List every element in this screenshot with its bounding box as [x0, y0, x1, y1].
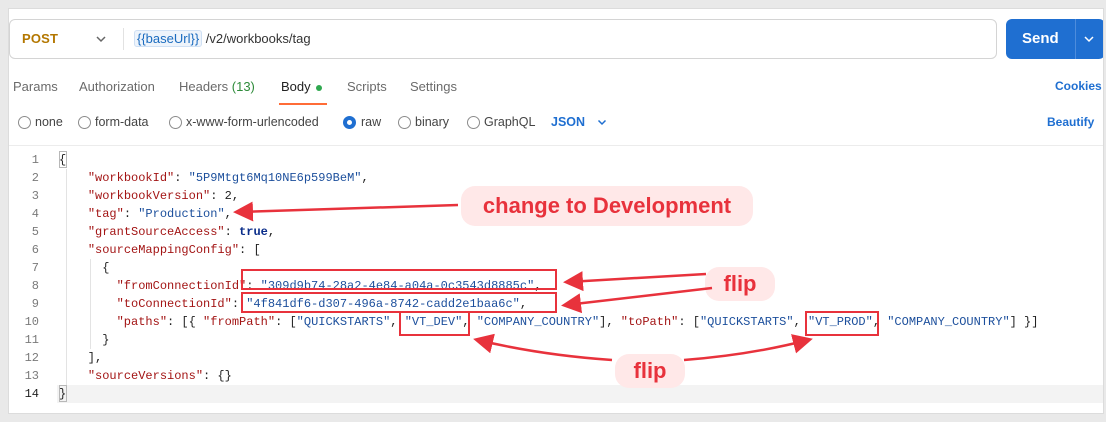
code-line: {	[59, 153, 67, 167]
callout-flip-paths: flip	[615, 354, 685, 388]
code-line: }	[59, 387, 67, 401]
tab-body[interactable]: Body	[281, 79, 311, 94]
line-number: 6	[31, 243, 39, 257]
line-number: 2	[31, 171, 39, 185]
code-line: }	[59, 333, 110, 347]
url-bar[interactable]: POST {{baseUrl}} /v2/workbooks/tag	[9, 19, 997, 59]
code-line: "paths": [{ "fromPath": ["QUICKSTARTS", …	[116, 315, 1039, 329]
radio-raw[interactable]	[343, 116, 356, 129]
radio-raw-label: raw	[361, 115, 382, 129]
radio-urlencoded-label: x-www-form-urlencoded	[186, 115, 319, 129]
line-number: 3	[31, 189, 39, 203]
line-number: 1	[31, 153, 39, 167]
active-tab-indicator	[279, 103, 327, 105]
radio-graphql-label: GraphQL	[484, 115, 536, 129]
code-line: "sourceMappingConfig": [	[87, 243, 261, 257]
radio-graphql[interactable]	[467, 116, 480, 129]
request-panel: POST {{baseUrl}} /v2/workbooks/tag Send …	[8, 8, 1104, 414]
body-type-graphql[interactable]: GraphQL	[467, 115, 547, 135]
callout-flip-connections: flip	[705, 267, 775, 301]
chevron-down-icon[interactable]	[94, 32, 108, 46]
line-number: 5	[31, 225, 39, 239]
highlight-to-connection	[241, 292, 557, 313]
line-number: 13	[24, 369, 39, 383]
body-type-urlencoded[interactable]: x-www-form-urlencoded	[169, 115, 334, 135]
cookies-link[interactable]: Cookies	[1055, 79, 1102, 93]
tab-headers-label: Headers	[179, 79, 229, 94]
url-input[interactable]: {{baseUrl}} /v2/workbooks/tag	[134, 30, 311, 47]
divider	[1075, 19, 1076, 59]
url-variable: {{baseUrl}}	[134, 30, 203, 47]
body-type-raw[interactable]: raw	[343, 115, 393, 135]
url-path: /v2/workbooks/tag	[205, 31, 311, 46]
tab-params[interactable]: Params	[13, 79, 58, 94]
highlight-from-connection	[241, 269, 557, 290]
line-number: 8	[31, 279, 39, 293]
highlight-vt-dev	[399, 311, 470, 336]
current-line-highlight	[57, 385, 1103, 403]
method-select[interactable]: POST	[22, 31, 58, 46]
callout-change-to-development: change to Development	[461, 186, 753, 226]
line-number: 10	[24, 315, 39, 329]
radio-binary[interactable]	[398, 116, 411, 129]
code-line: "tag": "Production",	[87, 207, 232, 221]
radio-form-data-label: form-data	[95, 115, 149, 129]
chevron-down-icon[interactable]	[1082, 32, 1096, 46]
headers-count-badge: (13)	[231, 79, 255, 94]
code-line: ],	[59, 351, 103, 365]
line-number: 4	[31, 207, 39, 221]
divider	[9, 145, 1103, 146]
format-select[interactable]: JSON	[551, 115, 585, 129]
highlight-vt-prod	[805, 311, 879, 336]
radio-binary-label: binary	[415, 115, 450, 129]
radio-none-label: none	[35, 115, 63, 129]
beautify-button[interactable]: Beautify	[1047, 115, 1094, 129]
code-line: "sourceVersions": {}	[87, 369, 232, 383]
code-line: "workbookId": "5P9Mtgt6Mq10NE6p599BeM",	[87, 171, 369, 185]
send-label: Send	[1022, 30, 1059, 47]
app-window: POST {{baseUrl}} /v2/workbooks/tag Send …	[0, 0, 1106, 422]
radio-urlencoded[interactable]	[169, 116, 182, 129]
code-line: "workbookVersion": 2,	[87, 189, 240, 203]
radio-none[interactable]	[18, 116, 31, 129]
body-type-form-data[interactable]: form-data	[78, 115, 168, 135]
tab-authorization[interactable]: Authorization	[79, 79, 155, 94]
line-number: 9	[31, 297, 39, 311]
body-active-dot	[316, 85, 322, 91]
tab-settings[interactable]: Settings	[410, 79, 457, 94]
line-number: 7	[31, 261, 39, 275]
tab-scripts[interactable]: Scripts	[347, 79, 387, 94]
line-number: 12	[24, 351, 39, 365]
code-line: "grantSourceAccess": true,	[87, 225, 276, 239]
line-number: 14	[24, 387, 39, 401]
send-button[interactable]: Send	[1006, 19, 1103, 59]
line-number: 11	[24, 333, 39, 347]
body-type-binary[interactable]: binary	[398, 115, 463, 135]
tab-headers[interactable]: Headers (13)	[179, 79, 255, 94]
code-line: {	[59, 261, 110, 275]
radio-form-data[interactable]	[78, 116, 91, 129]
divider	[123, 28, 124, 50]
chevron-down-icon[interactable]	[596, 116, 608, 128]
